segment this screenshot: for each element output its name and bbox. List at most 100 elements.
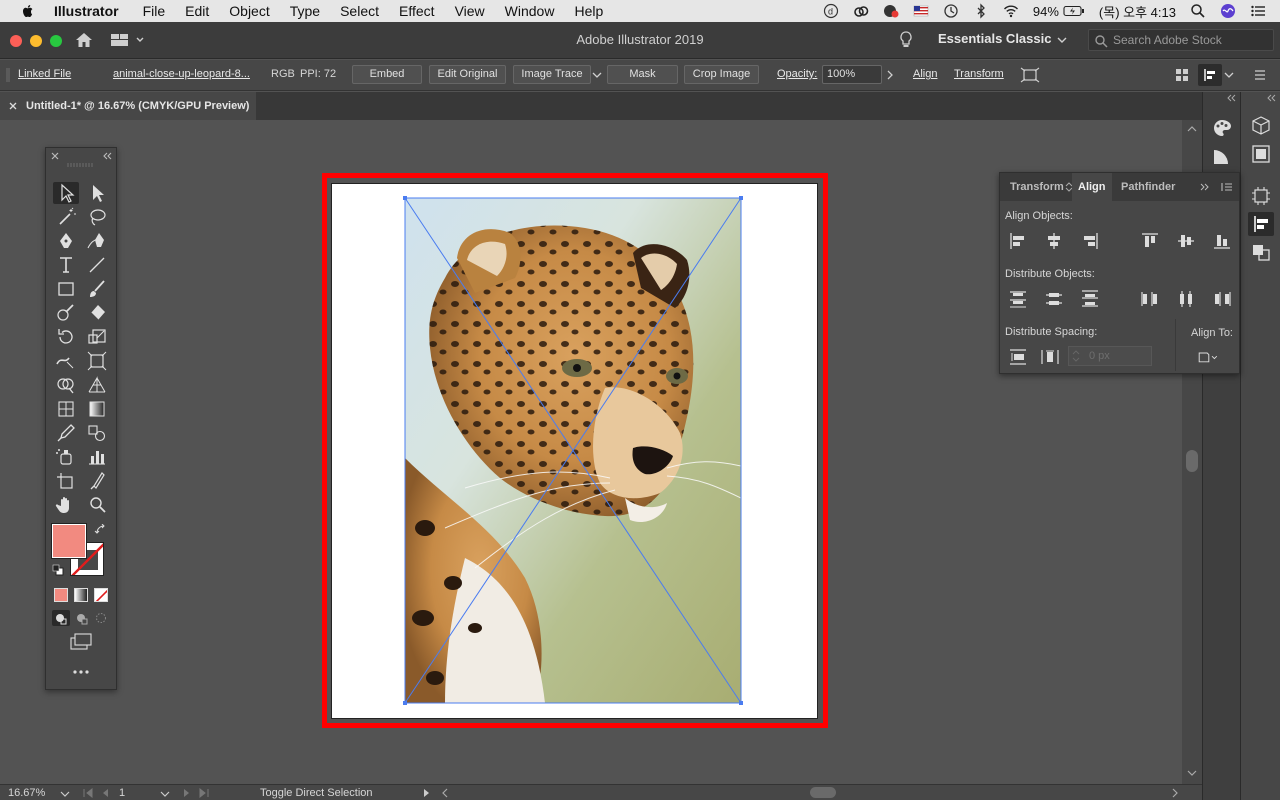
close-icon[interactable] (8, 101, 18, 111)
spacing-input[interactable]: 0 px (1068, 346, 1152, 366)
vertical-distribute-bottom-button[interactable] (1078, 288, 1102, 310)
menu-window[interactable]: Window (505, 0, 555, 22)
menu-file[interactable]: File (143, 0, 166, 22)
scale-tool[interactable] (84, 326, 110, 348)
apple-icon[interactable] (20, 3, 36, 19)
close-window-button[interactable] (10, 35, 22, 47)
artboard-tool[interactable] (53, 470, 79, 492)
hand-tool[interactable] (53, 494, 79, 516)
vertical-scroll-thumb[interactable] (1186, 450, 1198, 472)
vertical-distribute-space-button[interactable] (1006, 346, 1030, 368)
tab-align[interactable]: Align (1072, 173, 1112, 201)
dock-image-trace-button[interactable] (1248, 142, 1274, 166)
horizontal-distribute-right-button[interactable] (1210, 288, 1234, 310)
workspace-switcher[interactable]: Essentials Classic (938, 31, 1051, 46)
lasso-tool[interactable] (84, 206, 110, 228)
artboard-dropdown-icon[interactable] (160, 789, 170, 799)
vertical-align-top-button[interactable] (1138, 230, 1162, 252)
menubar-clock[interactable]: (목) 오후 4:13 (1099, 2, 1176, 21)
pen-tool[interactable] (53, 230, 79, 252)
dock-pathfinder-button[interactable] (1248, 240, 1274, 264)
file-name-link[interactable]: animal-close-up-leopard-8... (113, 68, 250, 80)
stock-search-input[interactable]: Search Adobe Stock (1088, 29, 1274, 51)
image-trace-button[interactable]: Image Trace (513, 65, 591, 84)
opacity-input[interactable]: 100% (822, 65, 882, 84)
status-arrow-icon[interactable] (422, 788, 432, 798)
blend-tool[interactable] (84, 422, 110, 444)
last-artboard-icon[interactable] (198, 788, 210, 798)
menu-object[interactable]: Object (229, 0, 269, 22)
notification-center-icon[interactable] (1250, 3, 1266, 19)
control-bar-menu-button[interactable] (1198, 64, 1222, 86)
gradient-mode-button[interactable] (74, 588, 88, 602)
tab-pathfinder[interactable]: Pathfinder (1115, 173, 1181, 201)
next-artboard-icon[interactable] (182, 788, 192, 798)
chevron-down-icon[interactable] (1224, 70, 1234, 80)
zoom-level[interactable]: 16.67% (8, 787, 45, 799)
expand-panel-icon[interactable] (1199, 183, 1211, 191)
collapse-panel-icon[interactable] (101, 151, 113, 161)
horizontal-distribute-left-button[interactable] (1138, 288, 1162, 310)
battery-icon[interactable] (1063, 3, 1085, 19)
creative-cloud-icon[interactable] (853, 3, 869, 19)
menu-help[interactable]: Help (574, 0, 603, 22)
draw-inside-icon[interactable] (92, 610, 110, 626)
us-flag-icon[interactable] (913, 3, 929, 19)
paintbrush-tool[interactable] (84, 278, 110, 300)
menu-view[interactable]: View (455, 0, 485, 22)
dock-color-guide-button[interactable] (1209, 144, 1235, 168)
d-circle-icon[interactable]: d (823, 3, 839, 19)
wifi-icon[interactable] (1003, 3, 1019, 19)
dock-transform-button[interactable] (1248, 184, 1274, 208)
horizontal-align-left-button[interactable] (1006, 230, 1030, 252)
scroll-left-arrow-icon[interactable] (440, 788, 450, 798)
selection-bounding-box[interactable] (402, 195, 744, 706)
minimize-window-button[interactable] (30, 35, 42, 47)
menu-type[interactable]: Type (290, 0, 320, 22)
bluetooth-icon[interactable] (973, 3, 989, 19)
dock-align-button[interactable] (1248, 212, 1274, 236)
vertical-distribute-top-button[interactable] (1006, 288, 1030, 310)
embed-button[interactable]: Embed (352, 65, 422, 84)
horizontal-distribute-space-button[interactable] (1038, 346, 1062, 368)
tab-transform[interactable]: Transform (1004, 173, 1070, 201)
width-tool[interactable] (53, 350, 79, 372)
perspective-grid-tool[interactable] (84, 374, 110, 396)
previous-artboard-icon[interactable] (100, 788, 110, 798)
mask-button[interactable]: Mask (607, 65, 678, 84)
align-link[interactable]: Align (913, 68, 937, 80)
opacity-arrow-icon[interactable] (885, 70, 895, 80)
transform-link[interactable]: Transform (954, 68, 1004, 80)
document-tab[interactable]: Untitled-1* @ 16.67% (CMYK/GPU Preview) (0, 92, 256, 120)
slice-tool[interactable] (84, 470, 110, 492)
menu-select[interactable]: Select (340, 0, 379, 22)
edit-toolbar-icon[interactable] (71, 668, 91, 676)
first-artboard-icon[interactable] (82, 788, 94, 798)
rotate-tool[interactable] (53, 326, 79, 348)
spacing-stepper-icon[interactable] (1072, 349, 1080, 363)
menu-app-name[interactable]: Illustrator (54, 0, 119, 22)
color-mode-button[interactable] (54, 588, 68, 602)
align-to-dropdown[interactable] (1196, 346, 1226, 368)
edit-original-button[interactable]: Edit Original (429, 65, 506, 84)
lightbulb-icon[interactable] (897, 30, 915, 50)
shaper-tool[interactable] (53, 302, 79, 324)
scroll-down-arrow-icon[interactable] (1187, 768, 1197, 778)
menu-effect[interactable]: Effect (399, 0, 435, 22)
column-graph-tool[interactable] (84, 446, 110, 468)
magic-wand-tool[interactable] (53, 206, 79, 228)
time-machine-icon[interactable] (943, 3, 959, 19)
direct-selection-tool[interactable] (84, 182, 110, 204)
panel-menu-icon[interactable] (1221, 182, 1233, 192)
screen-mode-icon[interactable] (68, 632, 94, 652)
symbol-sprayer-tool[interactable] (53, 446, 79, 468)
shape-builder-tool[interactable] (53, 374, 79, 396)
line-segment-tool[interactable] (84, 254, 110, 276)
type-tool[interactable] (53, 254, 79, 276)
spotlight-search-icon[interactable] (1190, 3, 1206, 19)
transform-each-icon[interactable] (1020, 67, 1040, 83)
draw-behind-icon[interactable] (73, 610, 91, 626)
horizontal-scroll-thumb[interactable] (810, 787, 836, 798)
curvature-tool[interactable] (84, 230, 110, 252)
eyedropper-tool[interactable] (53, 422, 79, 444)
